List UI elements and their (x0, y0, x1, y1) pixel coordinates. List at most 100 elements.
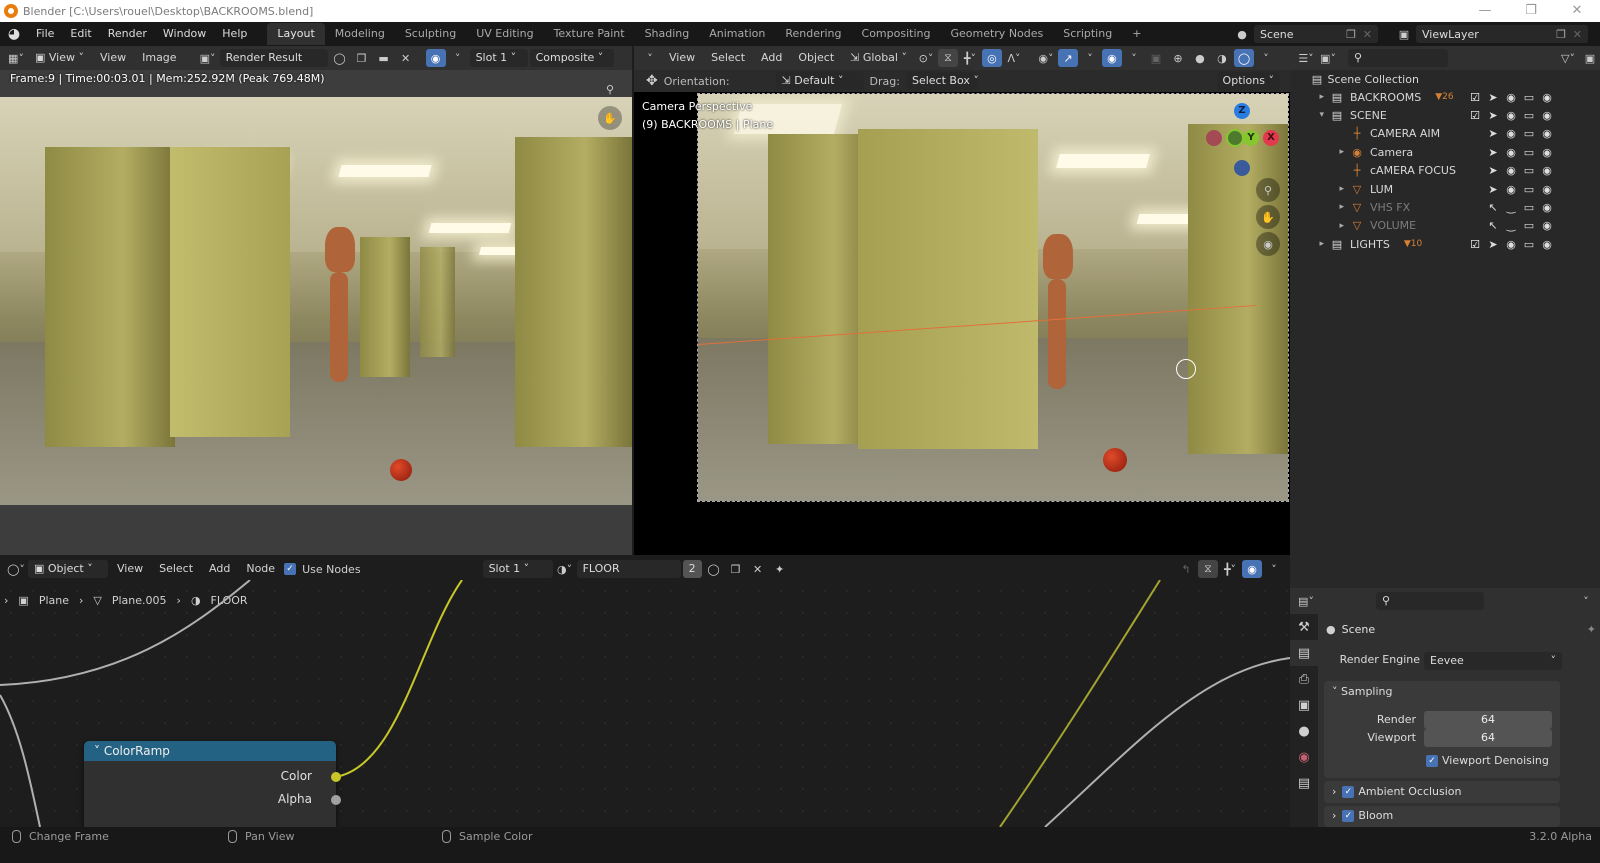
viewport-display-icon[interactable]: ▭ (1522, 183, 1536, 196)
viewport-denoising-option[interactable]: ✓ Viewport Denoising (1426, 754, 1549, 767)
display-channels-icon[interactable]: ◉ (425, 49, 446, 67)
material-fake-user-icon[interactable]: ◯ (704, 560, 724, 578)
viewport-display-icon[interactable]: ▭ (1522, 238, 1536, 251)
outliner-editor-type-icon[interactable]: ☰˅ (1296, 49, 1316, 67)
render-camera-icon[interactable]: ◉ (1540, 91, 1554, 104)
alpha-output-socket[interactable] (331, 795, 341, 805)
close-icon[interactable]: ✕ (1554, 0, 1600, 22)
selectable-icon[interactable]: ➤ (1486, 127, 1500, 140)
shading-solid-icon[interactable]: ● (1190, 49, 1210, 67)
overlays-dropdown-icon[interactable]: ˅ (1124, 49, 1144, 67)
expand-toggle-icon[interactable]: ▸ (1310, 239, 1324, 249)
properties-editor-type-icon[interactable]: ▤˅ (1296, 592, 1316, 610)
tab-compositing[interactable]: Compositing (852, 23, 941, 45)
orientation-dropdown[interactable]: ⇲ Default ˅ (775, 72, 864, 90)
expand-toggle-icon[interactable] (1310, 129, 1344, 139)
render-camera-icon[interactable]: ◉ (1540, 201, 1554, 214)
exclude-checkbox-icon[interactable]: ☑ (1468, 238, 1482, 251)
render-camera-icon[interactable]: ◉ (1540, 238, 1554, 251)
eye-icon[interactable]: ◉ (1504, 183, 1518, 196)
viewport-display-icon[interactable]: ▭ (1522, 201, 1536, 214)
gizmo-neg-y-axis[interactable] (1226, 129, 1244, 147)
viewport-pan-hand-icon[interactable]: ✋ (1256, 205, 1280, 229)
viewport-display-icon[interactable]: ▭ (1522, 91, 1536, 104)
viewport-mode-dropdown-icon[interactable]: ˅ (640, 49, 660, 67)
expand-toggle-icon[interactable]: ▸ (1310, 202, 1344, 212)
use-nodes-checkbox[interactable]: ✓ (284, 563, 297, 575)
gizmo-x-axis[interactable]: X (1263, 130, 1279, 146)
eye-icon[interactable]: ◉ (1504, 164, 1518, 177)
render-camera-icon[interactable]: ◉ (1540, 127, 1554, 140)
node-header[interactable]: ˅ ColorRamp (84, 741, 336, 761)
gizmo-neg-z-axis[interactable] (1234, 160, 1250, 176)
expand-toggle-icon[interactable]: ▾ (1310, 110, 1324, 120)
viewport-display-icon[interactable]: ▭ (1522, 127, 1536, 140)
shading-rendered-icon[interactable]: ◯ (1233, 49, 1254, 67)
viewport-menu-object[interactable]: Object (791, 48, 841, 68)
eye-icon[interactable]: ‿ (1504, 201, 1518, 214)
filter-icon[interactable]: ▽˅ (1558, 49, 1578, 67)
render-camera-icon[interactable]: ◉ (1540, 164, 1554, 177)
copy-scene-icon[interactable]: ❐ (1346, 28, 1356, 41)
gizmo-toggle-icon[interactable]: ↗ (1057, 49, 1078, 67)
view-layer-tab-icon[interactable]: ▣ (1290, 692, 1318, 718)
expand-toggle-icon[interactable] (1310, 166, 1344, 176)
open-image-folder-icon[interactable]: ▬ (374, 49, 394, 67)
bloom-checkbox[interactable]: ✓ (1342, 809, 1355, 822)
render-tab-icon[interactable]: ▤ (1290, 640, 1318, 666)
render-camera-icon[interactable]: ◉ (1540, 109, 1554, 122)
outliner-row[interactable]: ▸ ▤ BACKROOMS ▼26 ☑ ➤ ◉ ▭ ◉ (1310, 88, 1600, 106)
tab-animation[interactable]: Animation (699, 23, 775, 45)
render-camera-icon[interactable]: ◉ (1540, 183, 1554, 196)
shading-material-icon[interactable]: ◑ (1212, 49, 1232, 67)
menu-render[interactable]: Render (100, 22, 155, 46)
drag-dropdown[interactable]: Select Box ˅ (905, 72, 979, 90)
node-snap-target-icon[interactable]: ╋˅ (1220, 560, 1240, 578)
outliner-row[interactable]: ┼ cAMERA FOCUS ➤ ◉ ▭ ◉ (1310, 162, 1600, 180)
gizmo-z-axis[interactable]: Z (1234, 103, 1250, 119)
delete-view-layer-icon[interactable]: ✕ (1573, 28, 1582, 41)
tab-sculpting[interactable]: Sculpting (395, 23, 466, 45)
add-workspace-button[interactable]: + (1122, 23, 1151, 45)
eye-icon[interactable]: ◉ (1504, 91, 1518, 104)
node-editor-type-icon[interactable]: ◯˅ (6, 560, 26, 578)
outliner-row[interactable]: ▸ ▽ VHS FX ↖ ‿ ▭ ◉ (1310, 198, 1600, 216)
material-name-field[interactable]: FLOOR (576, 560, 681, 578)
xray-icon[interactable]: ▣ (1146, 49, 1166, 67)
selectable-icon[interactable]: ➤ (1486, 109, 1500, 122)
viewport-menu-add[interactable]: Add (754, 48, 789, 68)
outliner-search-input[interactable]: ⚲ (1348, 49, 1448, 67)
menu-help[interactable]: Help (214, 22, 255, 46)
selectable-icon[interactable]: ↖ (1486, 201, 1500, 214)
expand-toggle-icon[interactable]: ▸ (1310, 147, 1344, 157)
falloff-icon[interactable]: Λ˅ (1004, 49, 1024, 67)
render-camera-icon[interactable]: ◉ (1540, 219, 1554, 232)
scene-icon[interactable]: ● (1232, 25, 1252, 43)
menu-edit[interactable]: Edit (62, 22, 99, 46)
expand-toggle-icon[interactable]: ▸ (1310, 92, 1324, 102)
transform-orientation-dropdown[interactable]: ⇲ Global ˅ (843, 48, 914, 68)
ambient-occlusion-checkbox[interactable]: ✓ (1342, 785, 1355, 798)
outliner-row[interactable]: ▸ ▤ LIGHTS ▼10 ☑ ➤ ◉ ▭ ◉ (1310, 235, 1600, 253)
layer-dropdown[interactable]: Composite ˅ (529, 49, 614, 67)
eye-icon[interactable]: ◉ (1504, 238, 1518, 251)
viewport-display-icon[interactable]: ▭ (1522, 219, 1536, 232)
shading-wireframe-icon[interactable]: ⊕ (1168, 49, 1188, 67)
selectable-icon[interactable]: ↖ (1486, 219, 1500, 232)
selectable-icon[interactable]: ➤ (1486, 91, 1500, 104)
new-image-icon[interactable]: ❐ (352, 49, 372, 67)
new-collection-icon[interactable]: ▣ (1580, 49, 1600, 67)
node-menu-add[interactable]: Add (202, 559, 237, 579)
object-mode-dropdown[interactable]: ▣ Object ˅ (28, 560, 108, 578)
scene-tab-icon[interactable]: ● (1290, 718, 1318, 744)
shading-dropdown-icon[interactable]: ˅ (1256, 49, 1276, 67)
viewport-menu-select[interactable]: Select (704, 48, 752, 68)
tab-scripting[interactable]: Scripting (1053, 23, 1122, 45)
view-layer-selector[interactable]: ViewLayer ❐ ✕ (1416, 25, 1588, 43)
minimize-icon[interactable]: — (1462, 0, 1508, 22)
image-name-field[interactable]: Render Result (219, 49, 328, 67)
selectable-icon[interactable]: ➤ (1486, 164, 1500, 177)
viewport-display-icon[interactable]: ▭ (1522, 164, 1536, 177)
render-camera-icon[interactable]: ◉ (1540, 146, 1554, 159)
tab-modeling[interactable]: Modeling (325, 23, 395, 45)
